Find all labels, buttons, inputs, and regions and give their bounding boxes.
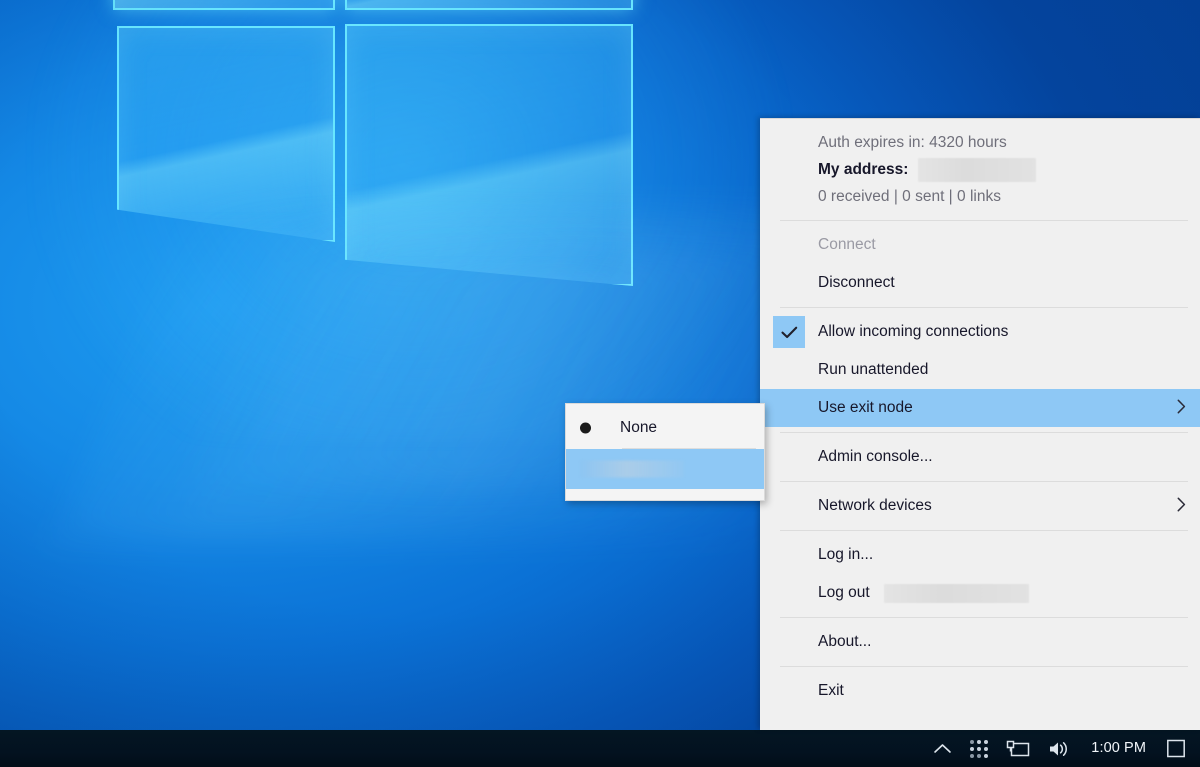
menu-item-label: Exit <box>818 682 844 699</box>
auth-expiry-row: Auth expires in: 4320 hours <box>760 131 1200 155</box>
my-address-value-redacted <box>918 158 1037 182</box>
log-out-account-redacted <box>883 583 1029 603</box>
submenu-item-label: None <box>620 419 658 436</box>
menu-item-allow-incoming-connections[interactable]: Allow incoming connections <box>760 313 1200 351</box>
auth-expiry-text: Auth expires in: 4320 hours <box>818 134 1007 151</box>
menu-item-label: Run unattended <box>818 361 929 378</box>
checkmark-icon <box>773 316 805 348</box>
menu-item-label: About... <box>818 633 872 650</box>
submenu-item-none[interactable]: None <box>566 408 764 448</box>
separator <box>780 617 1188 618</box>
traffic-stats-text: 0 received | 0 sent | 0 links <box>818 188 1001 205</box>
separator <box>780 481 1188 482</box>
menu-item-label: Disconnect <box>818 274 895 291</box>
menu-item-about[interactable]: About... <box>760 623 1200 661</box>
my-address-row: My address: <box>760 155 1200 185</box>
menu-item-log-in[interactable]: Log in... <box>760 536 1200 574</box>
menu-item-network-devices[interactable]: Network devices <box>760 487 1200 525</box>
menu-item-log-out[interactable]: Log out <box>760 574 1200 612</box>
tray-dots-icon[interactable] <box>961 730 997 767</box>
menu-item-label: Admin console... <box>818 448 933 465</box>
volume-icon[interactable] <box>1039 730 1081 767</box>
separator <box>780 666 1188 667</box>
menu-item-label: Network devices <box>818 497 932 514</box>
chevron-right-icon <box>1177 399 1186 417</box>
separator <box>780 220 1188 221</box>
submenu-item-exit-node-redacted[interactable] <box>566 449 764 489</box>
separator <box>780 530 1188 531</box>
exit-node-submenu: None <box>565 403 765 501</box>
dot-grid <box>970 739 989 758</box>
traffic-stats-row: 0 received | 0 sent | 0 links <box>760 185 1200 209</box>
menu-item-connect[interactable]: Connect <box>760 226 1200 264</box>
submenu-item-label-redacted <box>580 460 684 478</box>
separator <box>780 432 1188 433</box>
clock[interactable]: 1:00 PM <box>1081 730 1158 767</box>
menu-item-run-unattended[interactable]: Run unattended <box>760 351 1200 389</box>
menu-item-label: Connect <box>818 236 876 253</box>
chevron-right-icon <box>1177 497 1186 515</box>
system-tray: 1:00 PM <box>924 730 1200 767</box>
separator <box>780 307 1188 308</box>
action-center-icon[interactable] <box>1158 730 1200 767</box>
tray-context-menu: Auth expires in: 4320 hours My address: … <box>760 118 1200 730</box>
menu-header: Auth expires in: 4320 hours My address: … <box>760 119 1200 215</box>
network-icon[interactable] <box>997 730 1039 767</box>
menu-item-label: Allow incoming connections <box>818 323 1009 340</box>
menu-item-label: Log in... <box>818 546 874 563</box>
my-address-label: My address: <box>818 161 909 178</box>
menu-item-admin-console[interactable]: Admin console... <box>760 438 1200 476</box>
show-hidden-icons-chevron-up-icon[interactable] <box>924 730 961 767</box>
menu-item-use-exit-node[interactable]: Use exit node <box>760 389 1200 427</box>
menu-item-exit[interactable]: Exit <box>760 672 1200 710</box>
menu-item-label: Log out <box>818 584 870 601</box>
menu-item-disconnect[interactable]: Disconnect <box>760 264 1200 302</box>
radio-selected-icon <box>580 422 591 434</box>
taskbar: 1:00 PM <box>0 730 1200 767</box>
menu-item-label: Use exit node <box>818 399 913 416</box>
